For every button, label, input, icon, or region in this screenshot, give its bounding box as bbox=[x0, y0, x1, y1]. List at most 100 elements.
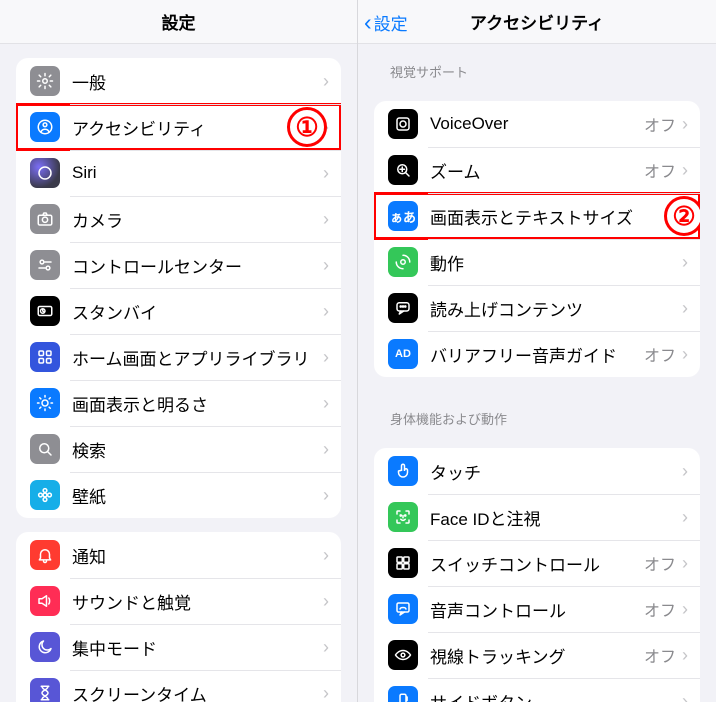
row-touch[interactable]: タッチ› bbox=[374, 448, 700, 494]
row-switch[interactable]: スイッチコントロールオフ› bbox=[374, 540, 700, 586]
chevron-right-icon: › bbox=[682, 252, 688, 273]
settings-header: 設定 bbox=[0, 0, 357, 44]
row-label: 視線トラッキング bbox=[430, 643, 644, 668]
settings-group: 一般›アクセシビリティ›①Siri›カメラ›コントロールセンター›スタンバイ›ホ… bbox=[16, 58, 341, 518]
chevron-right-icon: › bbox=[323, 255, 329, 276]
chevron-right-icon: › bbox=[323, 347, 329, 368]
chevron-right-icon: › bbox=[682, 507, 688, 528]
row-label: スイッチコントロール bbox=[430, 551, 644, 576]
row-label: ズーム bbox=[430, 158, 644, 183]
callout-badge: ② bbox=[664, 196, 700, 236]
row-label: Face IDと注視 bbox=[430, 505, 682, 530]
row-eye-track[interactable]: 視線トラッキングオフ› bbox=[374, 632, 700, 678]
chevron-right-icon: › bbox=[682, 298, 688, 319]
row-accessibility[interactable]: アクセシビリティ›① bbox=[16, 104, 341, 150]
chevron-right-icon: › bbox=[323, 439, 329, 460]
row-label: アクセシビリティ bbox=[72, 115, 323, 140]
bubble-icon bbox=[388, 293, 418, 323]
chevron-right-icon: › bbox=[323, 545, 329, 566]
row-label: コントロールセンター bbox=[72, 253, 323, 278]
chevron-right-icon: › bbox=[682, 114, 688, 135]
back-button[interactable]: ‹ 設定 bbox=[364, 0, 408, 44]
row-faceid[interactable]: Face IDと注視› bbox=[374, 494, 700, 540]
clock-card-icon bbox=[30, 296, 60, 326]
row-label: 壁紙 bbox=[72, 483, 323, 508]
sun-icon bbox=[30, 388, 60, 418]
row-standby[interactable]: スタンバイ› bbox=[16, 288, 341, 334]
settings-title: 設定 bbox=[162, 9, 196, 34]
row-search[interactable]: 検索› bbox=[16, 426, 341, 472]
row-screentime[interactable]: スクリーンタイム› bbox=[16, 670, 341, 702]
row-label: スタンバイ bbox=[72, 299, 323, 324]
row-focus[interactable]: 集中モード› bbox=[16, 624, 341, 670]
back-label: 設定 bbox=[374, 10, 408, 35]
row-audio-desc[interactable]: ADバリアフリー音声ガイドオフ› bbox=[374, 331, 700, 377]
chevron-right-icon: › bbox=[323, 301, 329, 322]
person-circle-icon bbox=[30, 112, 60, 142]
row-label: Siri bbox=[72, 163, 323, 183]
section-header: 身体機能および動作 bbox=[358, 391, 716, 434]
chevron-right-icon: › bbox=[323, 163, 329, 184]
eye-icon bbox=[388, 640, 418, 670]
row-label: VoiceOver bbox=[430, 114, 644, 134]
row-label: 通知 bbox=[72, 543, 323, 568]
chevron-right-icon: › bbox=[323, 209, 329, 230]
row-voice-ctrl[interactable]: 音声コントロールオフ › bbox=[374, 586, 700, 632]
touch-icon bbox=[388, 456, 418, 486]
row-spoken[interactable]: 読み上げコンテンツ› bbox=[374, 285, 700, 331]
row-label: 動作 bbox=[430, 250, 682, 275]
accessibility-group: VoiceOverオフ›ズームオフ›ぁあ画面表示とテキストサイズ›②動作›読み上… bbox=[374, 101, 700, 377]
row-wallpaper[interactable]: 壁紙› bbox=[16, 472, 341, 518]
chevron-right-icon: › bbox=[323, 683, 329, 702]
row-display[interactable]: 画面表示と明るさ› bbox=[16, 380, 341, 426]
row-zoom[interactable]: ズームオフ › bbox=[374, 147, 700, 193]
hourglass-icon bbox=[30, 678, 60, 702]
side-icon bbox=[388, 686, 418, 702]
row-label: サイドボタン bbox=[430, 689, 682, 702]
row-side-btn[interactable]: サイドボタン› bbox=[374, 678, 700, 702]
accessibility-title: アクセシビリティ bbox=[470, 9, 604, 34]
chevron-right-icon: › bbox=[323, 485, 329, 506]
moon-icon bbox=[30, 632, 60, 662]
accessibility-group: タッチ›Face IDと注視›スイッチコントロールオフ›音声コントロールオフ›視… bbox=[374, 448, 700, 702]
row-general[interactable]: 一般› bbox=[16, 58, 341, 104]
flower-icon bbox=[30, 480, 60, 510]
siri-icon bbox=[30, 158, 60, 188]
ad-icon: AD bbox=[388, 339, 418, 369]
row-label: サウンドと触覚 bbox=[72, 589, 323, 614]
row-motion[interactable]: 動作› bbox=[374, 239, 700, 285]
row-home-screen[interactable]: ホーム画面とアプリライブラリ› bbox=[16, 334, 341, 380]
row-notifications[interactable]: 通知› bbox=[16, 532, 341, 578]
chevron-left-icon: ‹ bbox=[364, 11, 372, 34]
chevron-right-icon: › bbox=[682, 160, 688, 181]
settings-pane: 設定 一般›アクセシビリティ›①Siri›カメラ›コントロールセンター›スタンバ… bbox=[0, 0, 358, 702]
row-value: オフ bbox=[644, 112, 676, 136]
row-sounds[interactable]: サウンドと触覚› bbox=[16, 578, 341, 624]
row-value: オフ bbox=[644, 158, 676, 182]
row-label: 画面表示と明るさ bbox=[72, 391, 323, 416]
row-camera[interactable]: カメラ› bbox=[16, 196, 341, 242]
row-voiceover[interactable]: VoiceOverオフ › bbox=[374, 101, 700, 147]
grid-apps-icon bbox=[30, 342, 60, 372]
row-control-center[interactable]: コントロールセンター› bbox=[16, 242, 341, 288]
row-display-text[interactable]: ぁあ画面表示とテキストサイズ›② bbox=[374, 193, 700, 239]
row-label: ホーム画面とアプリライブラリ bbox=[72, 345, 323, 370]
motion-icon bbox=[388, 247, 418, 277]
row-label: 音声コントロール bbox=[430, 597, 644, 622]
row-label: スクリーンタイム bbox=[72, 681, 323, 702]
row-label: 集中モード bbox=[72, 635, 323, 660]
accessibility-header: ‹ 設定 アクセシビリティ bbox=[358, 0, 716, 44]
zoom-icon bbox=[388, 155, 418, 185]
row-label: タッチ bbox=[430, 459, 682, 484]
speaker-icon bbox=[30, 586, 60, 616]
row-value: オフ bbox=[644, 597, 676, 621]
camera-icon bbox=[30, 204, 60, 234]
row-value: オフ bbox=[644, 551, 676, 575]
row-siri[interactable]: Siri› bbox=[16, 150, 341, 196]
row-value: オフ bbox=[644, 643, 676, 667]
row-value: オフ bbox=[644, 342, 676, 366]
row-label: 一般 bbox=[72, 69, 323, 94]
chevron-right-icon: › bbox=[682, 691, 688, 702]
chevron-right-icon: › bbox=[323, 637, 329, 658]
chevron-right-icon: › bbox=[682, 599, 688, 620]
